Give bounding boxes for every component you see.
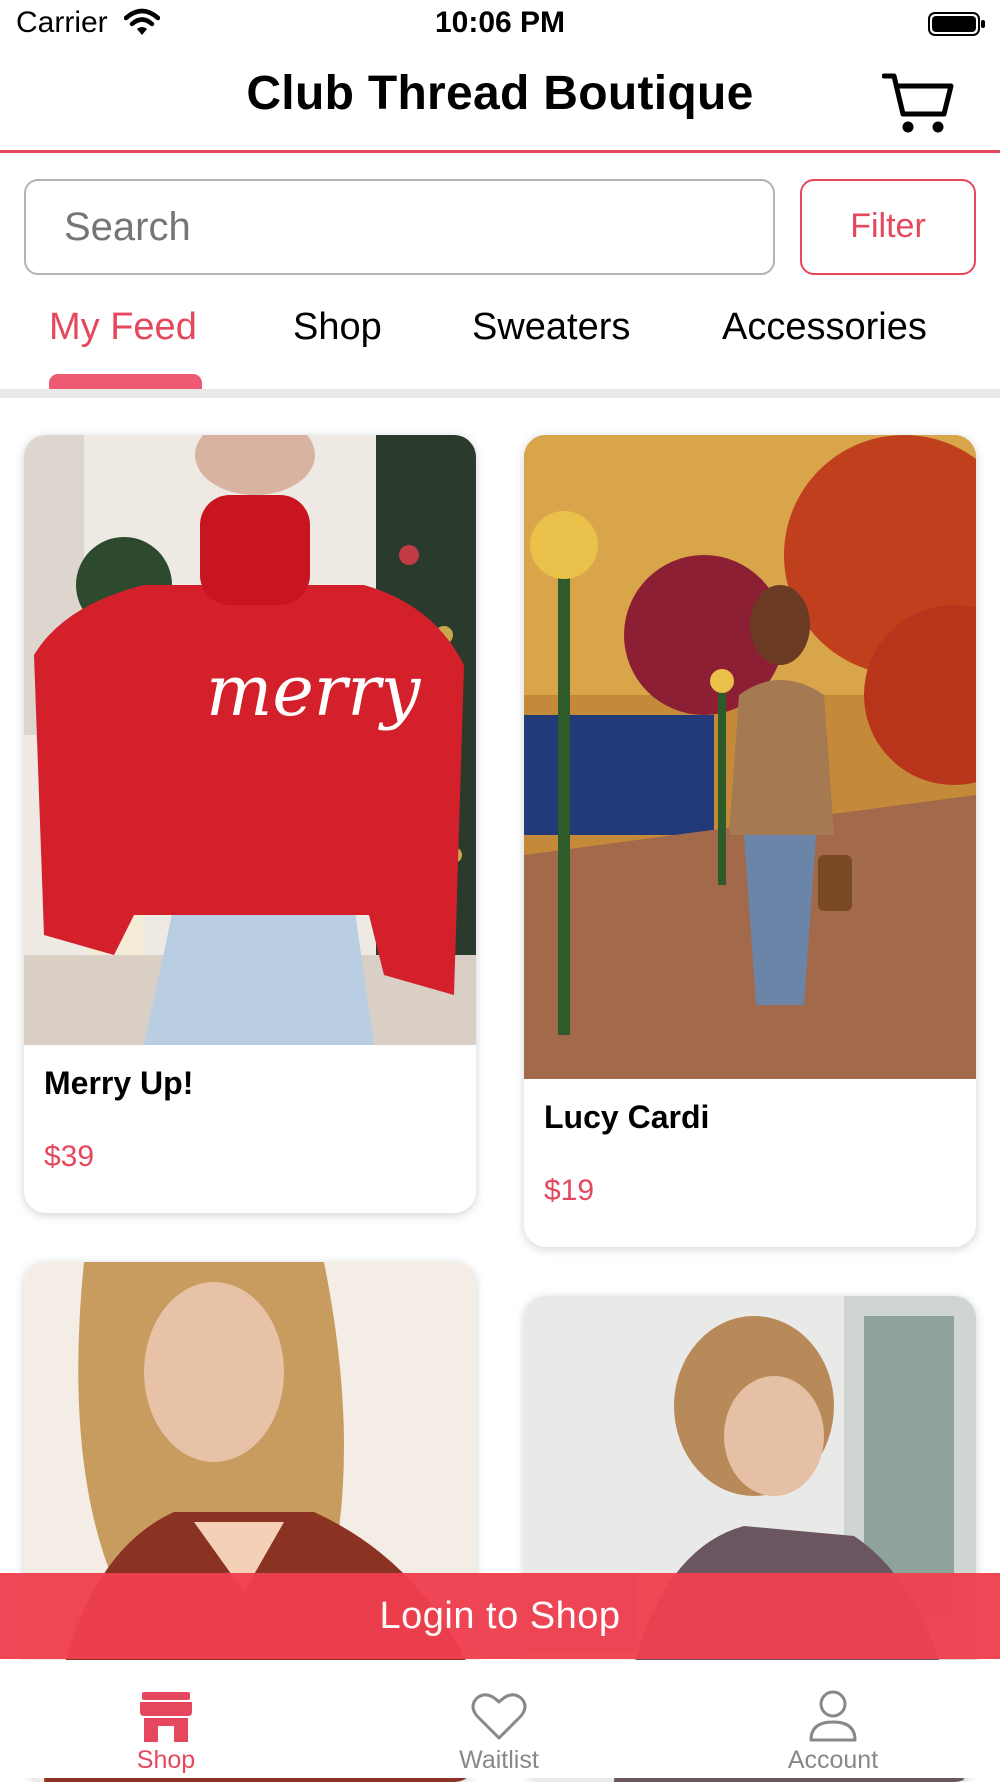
storefront-icon	[140, 1692, 192, 1742]
nav-label: Shop	[136, 1746, 196, 1774]
heart-icon	[471, 1693, 527, 1740]
product-price: $39	[44, 1140, 95, 1173]
search-input[interactable]	[24, 179, 775, 275]
product-name: Merry Up!	[44, 1065, 194, 1101]
login-to-shop-button[interactable]: Login to Shop	[0, 1573, 1000, 1659]
page-title: Club Thread Boutique	[246, 67, 754, 120]
product-card[interactable]: merry Merry Up! $39	[24, 435, 476, 1213]
tab-sweaters[interactable]: Sweaters	[472, 306, 630, 349]
nav-label: Account	[787, 1746, 879, 1774]
nav-item-account[interactable]: Account	[733, 1660, 933, 1778]
tab-my-feed[interactable]: My Feed	[49, 306, 197, 349]
battery-icon	[928, 12, 985, 36]
tab-shop[interactable]: Shop	[293, 306, 382, 349]
status-bar: Carrier 10:06 PM	[0, 0, 1000, 50]
clock: 10:06 PM	[434, 6, 566, 39]
nav-item-shop[interactable]: Shop	[66, 1660, 266, 1778]
tab-accessories[interactable]: Accessories	[722, 306, 927, 349]
header-divider	[0, 150, 1000, 153]
nav-item-waitlist[interactable]: Waitlist	[399, 1660, 599, 1778]
tabs-divider	[0, 389, 1000, 398]
bottom-nav: Shop Waitlist Account	[0, 1660, 1000, 1778]
nav-label: Waitlist	[459, 1746, 539, 1774]
svg-text:merry: merry	[206, 650, 422, 732]
product-price: $19	[544, 1174, 595, 1207]
user-icon	[809, 1690, 857, 1742]
product-image: merry	[24, 435, 476, 1045]
product-image	[524, 435, 976, 1079]
cart-icon[interactable]	[882, 70, 954, 136]
product-name: Lucy Cardi	[544, 1099, 710, 1135]
product-card[interactable]: Lucy Cardi $19	[524, 435, 976, 1247]
filter-button[interactable]: Filter	[800, 179, 976, 275]
